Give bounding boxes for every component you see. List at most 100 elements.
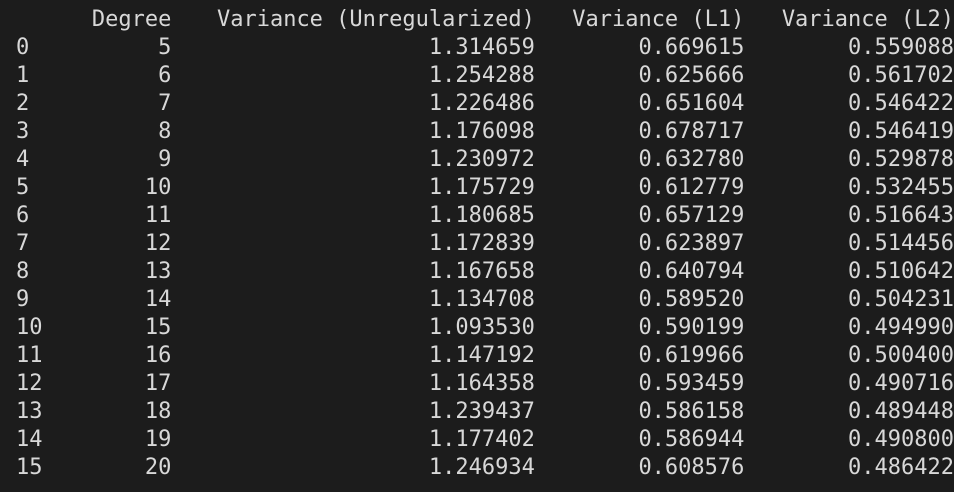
table-row: 8 13 1.167658 0.640794 0.510642 <box>0 258 954 286</box>
cell-index: 7 <box>16 231 30 256</box>
cell-variance-l1: 0.589520 <box>638 287 745 312</box>
cell-variance-unregularized: 1.314659 <box>428 35 535 60</box>
cell-variance-unregularized: 1.177402 <box>428 427 535 452</box>
table-row: 9 14 1.134708 0.589520 0.504231 <box>0 286 954 314</box>
cell-variance-unregularized: 1.164358 <box>428 371 535 396</box>
cell-variance-l1: 0.669615 <box>638 35 745 60</box>
cell-variance-unregularized: 1.167658 <box>428 259 535 284</box>
cell-degree: 6 <box>158 63 172 88</box>
cell-index: 14 <box>16 427 43 452</box>
cell-variance-unregularized: 1.254288 <box>428 63 535 88</box>
cell-variance-l1: 0.608576 <box>638 455 745 480</box>
cell-degree: 8 <box>158 119 172 144</box>
cell-variance-unregularized: 1.147192 <box>428 343 535 368</box>
cell-variance-l2: 0.490716 <box>848 371 954 396</box>
table-row: 13 18 1.239437 0.586158 0.489448 <box>0 398 954 426</box>
cell-variance-unregularized: 1.239437 <box>428 399 535 424</box>
terminal-output: Degree Variance (Unregularized) Variance… <box>0 0 954 492</box>
cell-variance-unregularized: 1.230972 <box>428 147 535 172</box>
table-row: 15 20 1.246934 0.608576 0.486422 <box>0 454 954 482</box>
cell-index: 5 <box>16 175 30 200</box>
cell-variance-l2: 0.510642 <box>848 259 954 284</box>
cell-variance-l2: 0.500400 <box>848 343 954 368</box>
cell-degree: 20 <box>144 455 172 480</box>
cell-variance-l2: 0.546419 <box>848 119 954 144</box>
table-row: 10 15 1.093530 0.590199 0.494990 <box>0 314 954 342</box>
table-row: 12 17 1.164358 0.593459 0.490716 <box>0 370 954 398</box>
dataframe-table: Degree Variance (Unregularized) Variance… <box>0 6 954 482</box>
cell-variance-l1: 0.623897 <box>638 231 745 256</box>
cell-index: 1 <box>16 63 30 88</box>
cell-index: 8 <box>16 259 30 284</box>
cell-variance-l1: 0.632780 <box>638 147 745 172</box>
cell-degree: 19 <box>144 427 172 452</box>
cell-degree: 5 <box>158 35 172 60</box>
cell-variance-l1: 0.625666 <box>638 63 745 88</box>
cell-variance-l2: 0.514456 <box>848 231 954 256</box>
cell-degree: 9 <box>158 147 172 172</box>
table-row: 3 8 1.176098 0.678717 0.546419 <box>0 118 954 146</box>
cell-variance-l1: 0.657129 <box>638 203 745 228</box>
header-variance-unregularized: Variance (Unregularized) <box>216 7 535 32</box>
cell-variance-l1: 0.619966 <box>638 343 745 368</box>
table-body: 0 5 1.314659 0.669615 0.559088 1 6 1.254288 0.62… <box>0 34 954 482</box>
cell-degree: 10 <box>144 175 172 200</box>
cell-variance-l2: 0.504231 <box>848 287 954 312</box>
cell-variance-l1: 0.590199 <box>638 315 745 340</box>
cell-variance-l2: 0.490800 <box>848 427 954 452</box>
cell-variance-l1: 0.586944 <box>638 427 745 452</box>
cell-degree: 14 <box>144 287 172 312</box>
cell-index: 9 <box>16 287 30 312</box>
cell-variance-l2: 0.494990 <box>848 315 954 340</box>
cell-degree: 17 <box>144 371 172 396</box>
cell-degree: 13 <box>144 259 172 284</box>
cell-variance-l2: 0.486422 <box>848 455 954 480</box>
cell-variance-l2: 0.529878 <box>848 147 954 172</box>
table-row: 1 6 1.254288 0.625666 0.561702 <box>0 62 954 90</box>
cell-variance-l1: 0.586158 <box>638 399 745 424</box>
cell-index: 10 <box>16 315 43 340</box>
cell-variance-unregularized: 1.093530 <box>428 315 535 340</box>
cell-variance-l1: 0.678717 <box>638 119 745 144</box>
cell-degree: 18 <box>144 399 172 424</box>
cell-degree: 7 <box>158 91 172 116</box>
cell-variance-unregularized: 1.134708 <box>428 287 535 312</box>
cell-variance-unregularized: 1.246934 <box>428 455 535 480</box>
header-degree: Degree <box>91 7 172 32</box>
table-row: 7 12 1.172839 0.623897 0.514456 <box>0 230 954 258</box>
cell-variance-unregularized: 1.226486 <box>428 91 535 116</box>
cell-degree: 12 <box>144 231 172 256</box>
table-row: 6 11 1.180685 0.657129 0.516643 <box>0 202 954 230</box>
cell-index: 2 <box>16 91 30 116</box>
table-header: Degree Variance (Unregularized) Variance… <box>0 6 954 34</box>
table-row: 2 7 1.226486 0.651604 0.546422 <box>0 90 954 118</box>
cell-variance-unregularized: 1.175729 <box>428 175 535 200</box>
header-variance-l2: Variance (L2) <box>781 7 954 32</box>
cell-index: 15 <box>16 455 43 480</box>
table-row: 11 16 1.147192 0.619966 0.500400 <box>0 342 954 370</box>
cell-variance-l1: 0.612779 <box>638 175 745 200</box>
cell-variance-l2: 0.561702 <box>848 63 954 88</box>
cell-index: 0 <box>16 35 30 60</box>
cell-index: 11 <box>16 343 43 368</box>
table-row: 4 9 1.230972 0.632780 0.529878 <box>0 146 954 174</box>
cell-index: 3 <box>16 119 30 144</box>
cell-variance-unregularized: 1.172839 <box>428 231 535 256</box>
table-row: 14 19 1.177402 0.586944 0.490800 <box>0 426 954 454</box>
cell-degree: 16 <box>144 343 172 368</box>
cell-variance-l1: 0.640794 <box>638 259 745 284</box>
cell-index: 4 <box>16 147 30 172</box>
cell-index: 12 <box>16 371 43 396</box>
header-row: Degree Variance (Unregularized) Variance… <box>0 6 954 34</box>
cell-variance-l1: 0.593459 <box>638 371 745 396</box>
cell-variance-l1: 0.651604 <box>638 91 745 116</box>
cell-index: 13 <box>16 399 43 424</box>
cell-variance-unregularized: 1.176098 <box>428 119 535 144</box>
cell-degree: 11 <box>144 203 172 228</box>
header-index <box>0 6 87 34</box>
cell-variance-l2: 0.532455 <box>848 175 954 200</box>
cell-variance-l2: 0.546422 <box>848 91 954 116</box>
cell-variance-l2: 0.489448 <box>848 399 954 424</box>
cell-variance-l2: 0.559088 <box>848 35 954 60</box>
cell-variance-l2: 0.516643 <box>848 203 954 228</box>
